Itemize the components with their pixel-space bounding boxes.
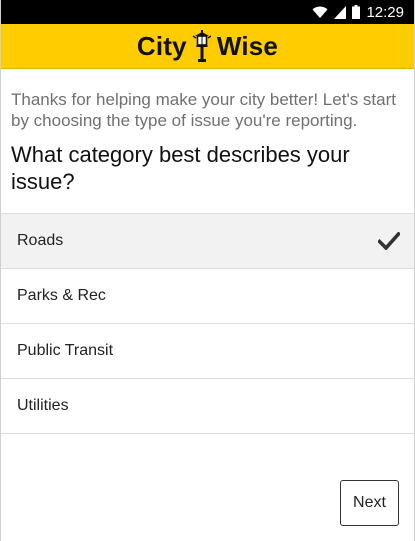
street-lamp-icon (192, 30, 212, 62)
footer: Next (340, 480, 399, 526)
category-label: Utilities (17, 397, 69, 414)
logo-city-text: City (136, 30, 187, 61)
question-heading: What category best describes your issue? (11, 142, 350, 194)
battery-icon (352, 5, 361, 19)
intro-text: Thanks for helping make your city better… (11, 90, 396, 130)
cell-signal-icon (334, 5, 347, 19)
category-label: Roads (17, 232, 64, 249)
wifi-icon (312, 6, 328, 18)
app-header: City Wise (1, 24, 414, 69)
status-bar: 12:29 (1, 0, 414, 24)
category-list: Roads Parks & Rec Public Transit Utiliti… (1, 213, 414, 434)
logo-wise-text: Wise (216, 30, 279, 61)
category-option-public-transit[interactable]: Public Transit (1, 324, 414, 379)
status-time: 12:29 (366, 3, 404, 21)
category-label: Public Transit (17, 342, 114, 359)
category-option-utilities[interactable]: Utilities (1, 379, 414, 434)
app-logo: City Wise (137, 30, 278, 62)
next-button[interactable]: Next (340, 480, 399, 526)
app-screen: 12:29 City Wise Thanks for helping make … (0, 0, 415, 541)
category-option-parks-rec[interactable]: Parks & Rec (1, 269, 414, 324)
category-option-roads[interactable]: Roads (1, 214, 414, 269)
category-label: Parks & Rec (17, 287, 106, 304)
checkmark-icon (378, 232, 400, 250)
